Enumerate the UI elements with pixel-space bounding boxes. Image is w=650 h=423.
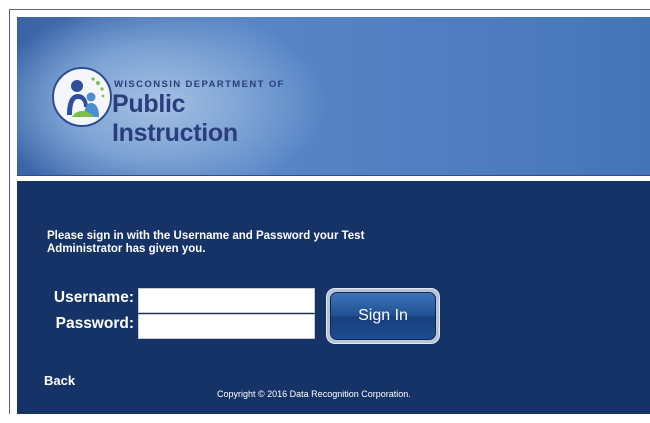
back-link[interactable]: Back: [44, 373, 75, 388]
password-input[interactable]: [138, 314, 315, 339]
dpi-logo: WISCONSIN DEPARTMENT OF Public Instructi…: [52, 67, 312, 147]
username-input[interactable]: [138, 288, 315, 313]
password-label: Password:: [55, 315, 134, 332]
sign-in-button-frame: Sign In: [326, 288, 440, 344]
logo-main-text: Public Instruction: [112, 90, 238, 147]
sign-in-button[interactable]: Sign In: [330, 292, 436, 340]
dpi-family-logo-icon: [52, 67, 112, 127]
logo-top-text: WISCONSIN DEPARTMENT OF: [114, 79, 285, 90]
username-label: Username:: [53, 289, 134, 306]
login-instructions: Please sign in with the Username and Pas…: [47, 230, 365, 255]
copyright-text: Copyright © 2016 Data Recognition Corpor…: [217, 389, 411, 399]
